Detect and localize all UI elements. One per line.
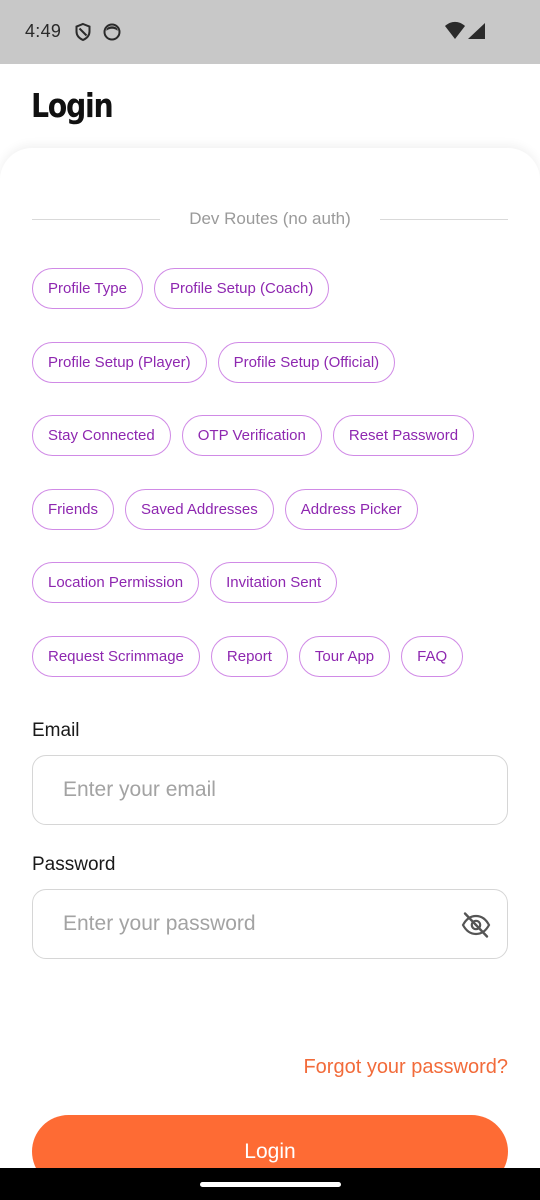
navigation-bar (0, 1168, 540, 1200)
email-input[interactable] (63, 756, 443, 824)
face-icon (102, 22, 122, 42)
forgot-password-link[interactable]: Forgot your password? (303, 1056, 508, 1079)
status-time: 4:49 (25, 21, 62, 41)
login-page: Login Dev Routes (no auth) Profile Type … (0, 64, 540, 1188)
chip-location-permission[interactable]: Location Permission (32, 562, 200, 603)
email-field[interactable] (32, 755, 508, 825)
dev-routes-label: Dev Routes (no auth) (189, 209, 351, 228)
chip-reset-password[interactable]: Reset Password (332, 415, 475, 456)
signal-icon (466, 20, 486, 42)
chip-profile-type[interactable]: Profile Type (32, 268, 143, 309)
chip-invitation-sent[interactable]: Invitation Sent (210, 562, 338, 603)
dev-route-chips: Profile Type Profile Setup (Coach) Profi… (32, 268, 508, 709)
chip-row: Request Scrimmage Report Tour App FAQ (32, 635, 508, 678)
page-title: Login (31, 86, 114, 125)
wifi-icon (444, 20, 466, 42)
chip-profile-setup-coach[interactable]: Profile Setup (Coach) (153, 268, 330, 309)
chip-row: Location Permission Invitation Sent (32, 562, 508, 604)
email-label: Email (32, 720, 80, 741)
chip-stay-connected[interactable]: Stay Connected (32, 415, 171, 456)
chip-tour-app[interactable]: Tour App (298, 635, 391, 677)
chip-saved-addresses[interactable]: Saved Addresses (125, 488, 274, 530)
password-label: Password (32, 854, 116, 875)
password-input[interactable] (63, 890, 443, 958)
chip-row: Stay Connected OTP Verification Reset Pa… (32, 415, 508, 457)
divider-line (32, 219, 160, 220)
chip-address-picker[interactable]: Address Picker (284, 488, 418, 530)
chip-request-scrimmage[interactable]: Request Scrimmage (32, 635, 200, 677)
chip-otp-verification[interactable]: OTP Verification (181, 415, 322, 456)
chip-profile-setup-official[interactable]: Profile Setup (Official) (217, 341, 396, 383)
status-bar: 4:49 (0, 0, 540, 64)
chip-profile-setup-player[interactable]: Profile Setup (Player) (32, 341, 207, 383)
chip-row: Profile Type Profile Setup (Coach) (32, 268, 508, 310)
eye-off-icon[interactable] (461, 911, 491, 939)
dev-routes-divider: Dev Routes (no auth) (32, 206, 508, 234)
chip-friends[interactable]: Friends (32, 488, 115, 530)
shield-icon (73, 22, 93, 42)
chip-row: Friends Saved Addresses Address Picker (32, 488, 508, 531)
divider-line (380, 219, 508, 220)
chip-faq[interactable]: FAQ (401, 635, 464, 677)
home-gesture-handle[interactable] (200, 1182, 341, 1187)
chip-report[interactable]: Report (210, 635, 288, 677)
chip-row: Profile Setup (Player) Profile Setup (Of… (32, 341, 508, 384)
login-card: Dev Routes (no auth) Profile Type Profil… (0, 148, 540, 1188)
password-field[interactable] (32, 889, 508, 959)
